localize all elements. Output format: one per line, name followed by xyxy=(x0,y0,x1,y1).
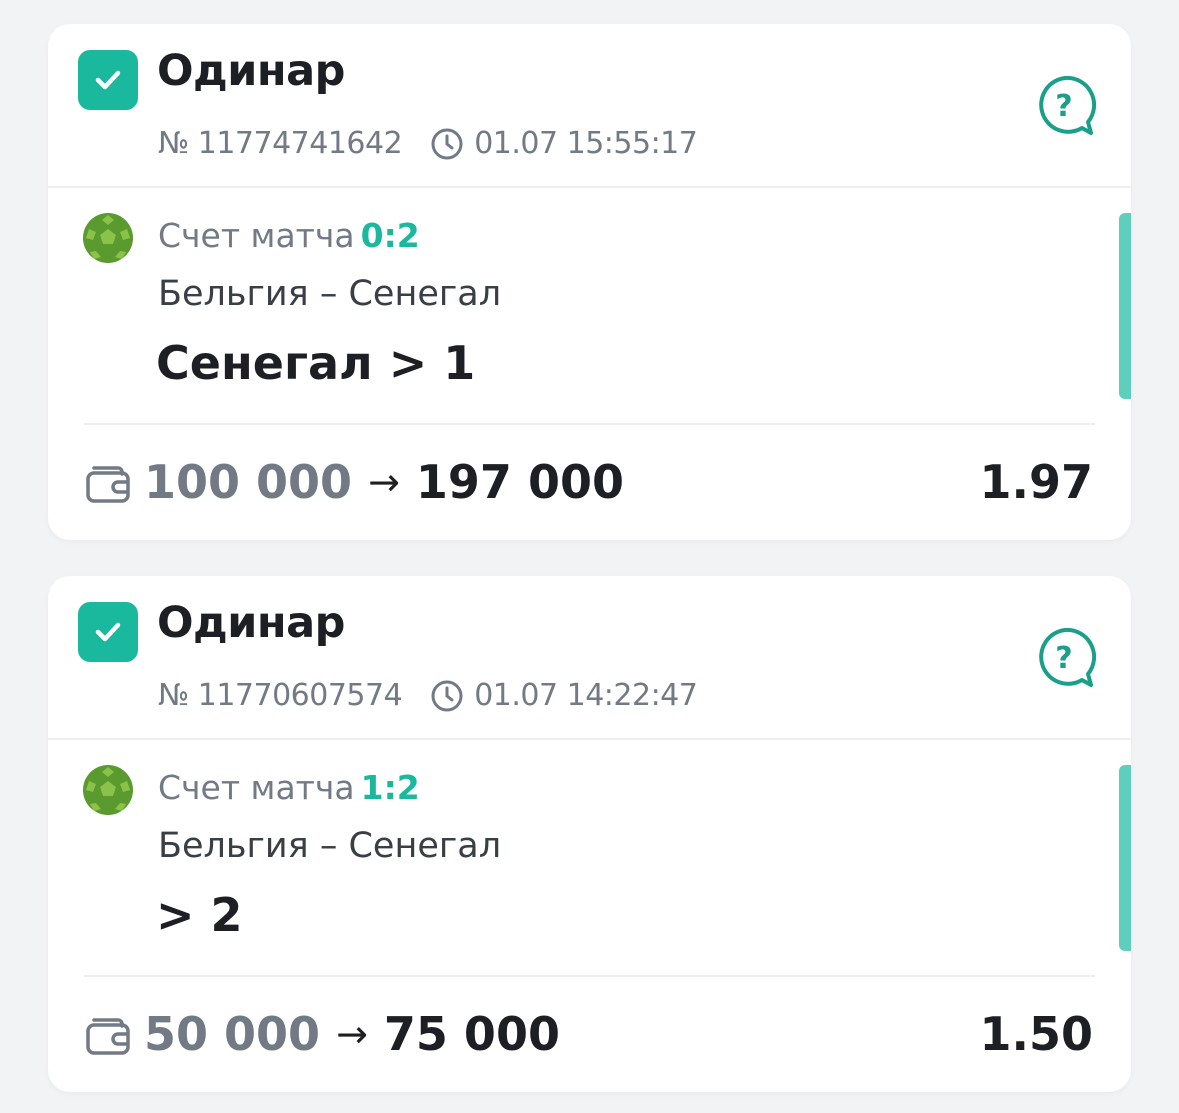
clock-icon xyxy=(431,128,463,159)
divider xyxy=(48,738,1131,740)
match-score-line: Счет матча 1:2 xyxy=(158,768,420,807)
stake-amount: 50 000 xyxy=(144,1007,321,1061)
match-score-line: Счет матча 0:2 xyxy=(158,216,420,255)
svg-text:?: ? xyxy=(1055,641,1072,676)
status-accent-bar xyxy=(1119,213,1131,399)
arrow-right-icon: → xyxy=(368,460,400,504)
wallet-icon xyxy=(86,1018,130,1055)
bet-number: № 11774741642 xyxy=(158,126,403,161)
bet-datetime: 01.07 15:55:17 xyxy=(474,126,698,161)
bet-type-title: Одинар xyxy=(157,46,345,96)
bet-card[interactable]: Одинар № 11770607574 01.07 14:22:47 ? Сч… xyxy=(48,576,1131,1092)
bet-meta: № 11774741642 01.07 15:55:17 xyxy=(158,126,698,161)
bet-datetime: 01.07 14:22:47 xyxy=(474,678,698,713)
bet-card[interactable]: Одинар № 11774741642 01.07 15:55:17 ? Сч… xyxy=(48,24,1131,540)
match-score: 0:2 xyxy=(360,216,420,255)
help-chat-icon[interactable]: ? xyxy=(1033,74,1097,138)
bet-type-title: Одинар xyxy=(157,598,345,648)
divider xyxy=(84,423,1095,425)
football-icon xyxy=(83,213,133,263)
bet-selection: Сенегал > 1 xyxy=(156,336,476,390)
match-score: 1:2 xyxy=(360,768,420,807)
status-accent-bar xyxy=(1119,765,1131,951)
payout-amount: 75 000 xyxy=(383,1007,560,1061)
bet-selection: > 2 xyxy=(156,888,243,942)
clock-icon xyxy=(431,680,463,711)
stake-amount: 100 000 xyxy=(144,455,353,509)
bet-footer: 100 000 → 197 000 1.97 xyxy=(84,452,1093,512)
help-chat-icon[interactable]: ? xyxy=(1033,626,1097,690)
payout-amount: 197 000 xyxy=(415,455,624,509)
checkbox-checked-icon[interactable] xyxy=(78,50,138,110)
wallet-icon xyxy=(86,466,130,503)
bet-meta: № 11770607574 01.07 14:22:47 xyxy=(158,678,698,713)
coefficient: 1.97 xyxy=(979,455,1094,509)
coefficient: 1.50 xyxy=(979,1007,1094,1061)
score-label: Счет матча xyxy=(158,768,355,807)
arrow-right-icon: → xyxy=(336,1012,368,1056)
bet-footer: 50 000 → 75 000 1.50 xyxy=(84,1004,1093,1064)
divider xyxy=(84,975,1095,977)
svg-text:?: ? xyxy=(1055,89,1072,124)
bet-number: № 11770607574 xyxy=(158,678,403,713)
match-teams: Бельгия – Сенегал xyxy=(158,826,502,866)
football-icon xyxy=(83,765,133,815)
divider xyxy=(48,186,1131,188)
match-teams: Бельгия – Сенегал xyxy=(158,274,502,314)
checkbox-checked-icon[interactable] xyxy=(78,602,138,662)
score-label: Счет матча xyxy=(158,216,355,255)
